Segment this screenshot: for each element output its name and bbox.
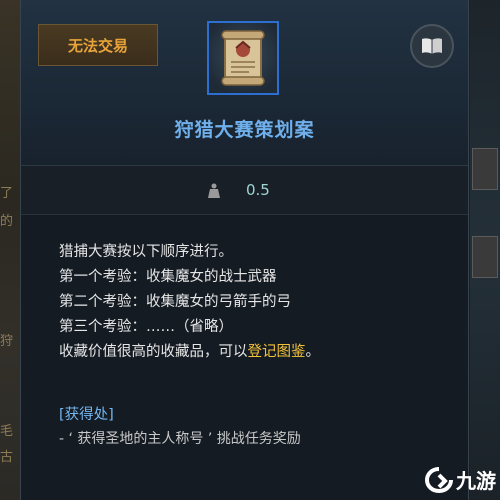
- description-line: 第三个考验：……（省略）: [59, 319, 233, 335]
- scroll-icon: [221, 30, 265, 86]
- background-text: 的: [0, 214, 14, 229]
- item-icon-slot: [207, 21, 279, 95]
- background-slot: [472, 236, 498, 278]
- item-description: 猎捕大赛按以下顺序进行。 第一个考验：收集魔女的战士武器 第二个考验：收集魔女的…: [59, 240, 459, 365]
- weight-value: 0.5: [246, 181, 270, 199]
- tooltip-header: 无法交易 狩猎大赛策划案: [21, 0, 468, 166]
- acquisition-item: - ‘ 获得圣地的主人称号 ’ 挑战任务奖励: [59, 431, 301, 447]
- background-text: 了: [0, 186, 14, 201]
- description-line: 第一个考验：收集魔女的战士武器: [59, 269, 277, 285]
- background-text: 毛: [0, 424, 14, 439]
- background-text: 古: [0, 450, 14, 465]
- untradable-badge: 无法交易: [38, 24, 158, 66]
- description-line: 第二个考验：收集魔女的弓箭手的弓: [59, 294, 291, 310]
- description-line: 猎捕大赛按以下顺序进行。: [59, 244, 233, 260]
- register-codex-link[interactable]: 登记图鉴: [248, 344, 306, 360]
- watermark-text: 九游: [456, 469, 496, 493]
- description-text: 。: [305, 344, 321, 360]
- weight-row: 0.5: [21, 166, 468, 215]
- description-text: 收藏价值很高的收藏品，可以: [59, 344, 248, 360]
- nine-game-logo-icon: [425, 466, 453, 493]
- background-text: 狩: [0, 334, 14, 349]
- weight-icon: [208, 183, 220, 198]
- description-line: 收藏价值很高的收藏品，可以登记图鉴。: [59, 340, 459, 365]
- codex-button[interactable]: [410, 24, 454, 68]
- item-tooltip-panel: 无法交易 狩猎大赛策划案 0.5 猎捕大赛按以下顺序进行。 第一个考验：收集魔女…: [20, 0, 469, 500]
- acquisition-title: [获得处]: [59, 407, 114, 423]
- item-name: 狩猎大赛策划案: [174, 119, 315, 141]
- book-icon: [422, 38, 442, 54]
- background-slot: [472, 148, 498, 190]
- watermark: 九游: [425, 465, 496, 494]
- background-right: [470, 0, 500, 500]
